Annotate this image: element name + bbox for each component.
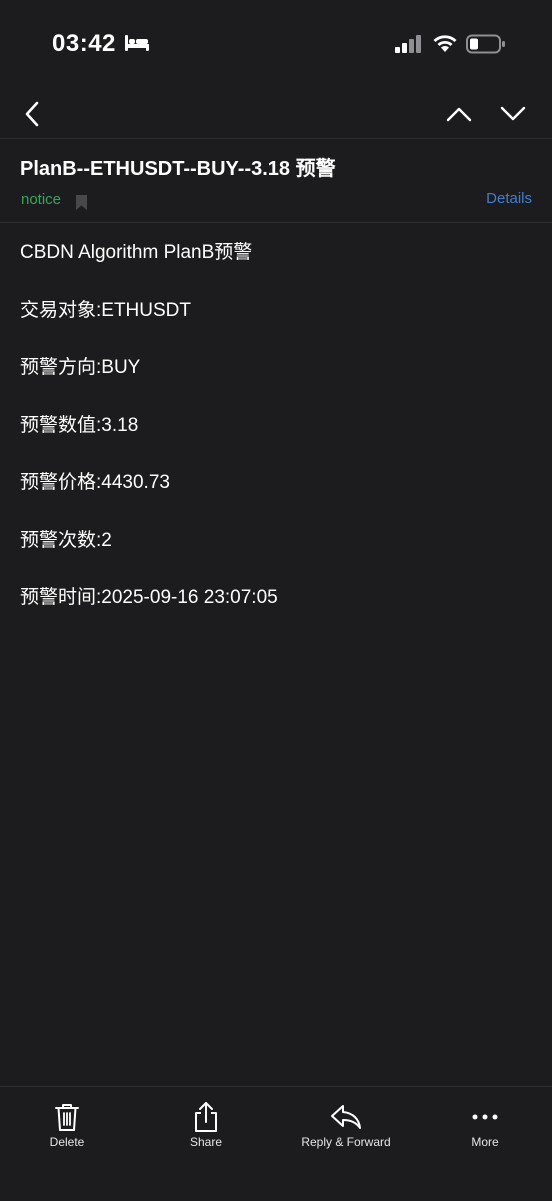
trash-icon — [12, 1101, 122, 1133]
bottom-toolbar: Delete Share Reply & Forward More — [0, 1086, 552, 1201]
body-line: 预警数值:3.18 — [20, 414, 139, 436]
more-label: More — [471, 1135, 499, 1149]
more-button[interactable]: More — [430, 1087, 540, 1167]
body-line: 预警价格:4430.73 — [20, 472, 170, 493]
sleep-focus-icon — [124, 33, 150, 58]
next-email-button[interactable] — [494, 94, 532, 134]
previous-email-button[interactable] — [440, 94, 478, 134]
divider — [0, 222, 552, 223]
email-meta-row: notice Details — [20, 190, 532, 214]
cellular-signal-icon — [395, 34, 423, 59]
status-bar: 03:42 — [0, 0, 552, 88]
status-time: 03:42 — [52, 30, 116, 57]
battery-icon — [466, 34, 506, 59]
delete-button[interactable]: Delete — [12, 1087, 122, 1167]
bookmark-icon[interactable] — [75, 194, 88, 216]
share-label: Share — [189, 1135, 223, 1149]
body-line: 预警时间:2025-09-16 23:07:05 — [20, 587, 278, 608]
more-icon — [430, 1101, 540, 1133]
share-button[interactable]: Share — [151, 1087, 261, 1167]
navigation-bar — [0, 88, 552, 139]
reply-forward-button[interactable]: Reply & Forward — [291, 1087, 401, 1167]
delete-label: Delete — [49, 1135, 85, 1149]
chevron-down-icon — [500, 106, 526, 121]
email-body: CBDN Algorithm PlanB预警 交易对象:ETHUSDT 预警方向… — [20, 240, 532, 643]
share-icon — [151, 1101, 261, 1133]
body-line: 预警方向:BUY — [20, 357, 141, 378]
email-subject: PlanB--ETHUSDT--BUY--3.18 预警 — [20, 158, 336, 180]
body-line: CBDN Algorithm PlanB预警 — [20, 242, 253, 263]
back-button[interactable] — [14, 94, 50, 134]
chevron-up-icon — [446, 107, 472, 122]
chevron-left-icon — [25, 101, 39, 127]
reply-icon — [291, 1101, 401, 1133]
notice-tag[interactable]: notice — [21, 191, 61, 208]
reply-forward-label: Reply & Forward — [301, 1135, 391, 1149]
body-line: 交易对象:ETHUSDT — [20, 299, 192, 321]
body-line: 预警次数:2 — [20, 529, 112, 551]
details-link[interactable]: Details — [486, 190, 532, 207]
wifi-icon — [432, 33, 458, 58]
